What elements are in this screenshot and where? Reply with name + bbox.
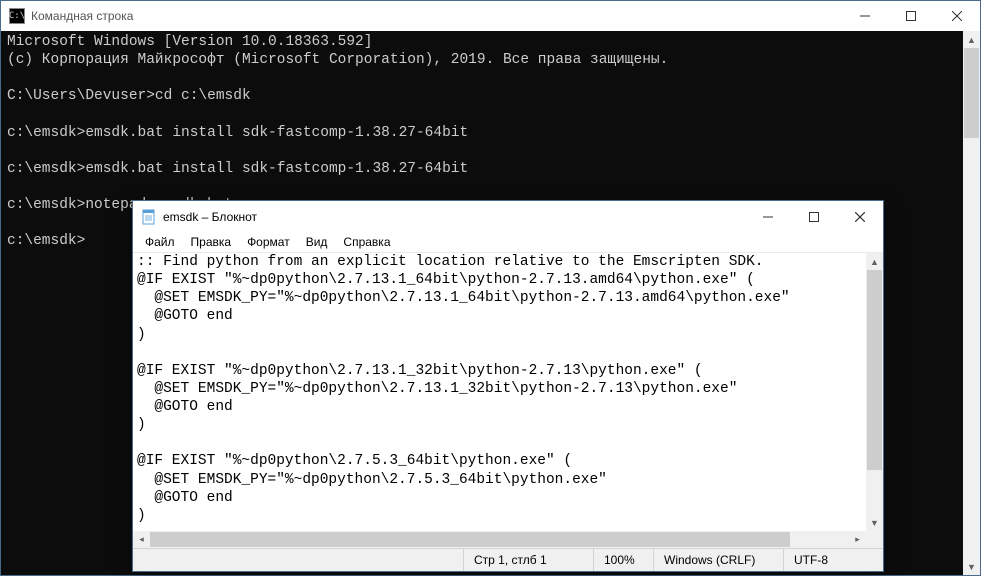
- scroll-right-button[interactable]: ▸: [849, 531, 866, 548]
- scroll-thumb[interactable]: [964, 48, 979, 138]
- notepad-window: emsdk – Блокнот Файл Правка Формат Вид С…: [132, 200, 884, 572]
- maximize-button[interactable]: [888, 1, 934, 31]
- close-icon: [855, 212, 865, 222]
- notepad-horizontal-scrollbar[interactable]: ◂ ▸: [133, 531, 866, 548]
- status-line-ending: Windows (CRLF): [653, 549, 783, 571]
- notepad-vertical-scrollbar[interactable]: ▲ ▼: [866, 253, 883, 531]
- notepad-titlebar[interactable]: emsdk – Блокнот: [133, 201, 883, 232]
- menu-format[interactable]: Формат: [239, 233, 298, 251]
- close-button[interactable]: [934, 1, 980, 31]
- notepad-icon: [141, 209, 157, 225]
- cmd-vertical-scrollbar[interactable]: ▲ ▼: [963, 31, 980, 575]
- scroll-down-button[interactable]: ▼: [866, 514, 883, 531]
- notepad-minimize-button[interactable]: [745, 202, 791, 232]
- scroll-track[interactable]: [963, 48, 980, 558]
- status-zoom: 100%: [593, 549, 653, 571]
- scroll-down-button[interactable]: ▼: [963, 558, 980, 575]
- notepad-text-area[interactable]: :: Find python from an explicit location…: [133, 253, 866, 531]
- minimize-button[interactable]: [842, 1, 888, 31]
- menu-file[interactable]: Файл: [137, 233, 183, 251]
- maximize-icon: [906, 11, 916, 21]
- close-icon: [952, 11, 962, 21]
- menu-edit[interactable]: Правка: [183, 233, 240, 251]
- menu-view[interactable]: Вид: [298, 233, 336, 251]
- minimize-icon: [860, 11, 870, 21]
- notepad-maximize-button[interactable]: [791, 202, 837, 232]
- notepad-close-button[interactable]: [837, 202, 883, 232]
- menu-help[interactable]: Справка: [335, 233, 398, 251]
- status-position: Стр 1, стлб 1: [463, 549, 593, 571]
- scroll-thumb[interactable]: [150, 532, 790, 547]
- scroll-track[interactable]: [150, 531, 849, 548]
- minimize-icon: [763, 212, 773, 222]
- maximize-icon: [809, 212, 819, 222]
- status-spacer: [133, 549, 463, 571]
- scroll-corner: [866, 531, 883, 548]
- cmd-title: Командная строка: [31, 9, 133, 23]
- scroll-left-button[interactable]: ◂: [133, 531, 150, 548]
- scroll-up-button[interactable]: ▲: [963, 31, 980, 48]
- notepad-statusbar: Стр 1, стлб 1 100% Windows (CRLF) UTF-8: [133, 548, 883, 571]
- status-encoding: UTF-8: [783, 549, 883, 571]
- notepad-title: emsdk – Блокнот: [163, 210, 257, 224]
- cmd-titlebar[interactable]: C:\ Командная строка: [1, 1, 980, 31]
- notepad-menubar: Файл Правка Формат Вид Справка: [133, 232, 883, 252]
- scroll-thumb[interactable]: [867, 270, 882, 470]
- scroll-up-button[interactable]: ▲: [866, 253, 883, 270]
- scroll-track[interactable]: [866, 270, 883, 514]
- cmd-icon: C:\: [9, 8, 25, 24]
